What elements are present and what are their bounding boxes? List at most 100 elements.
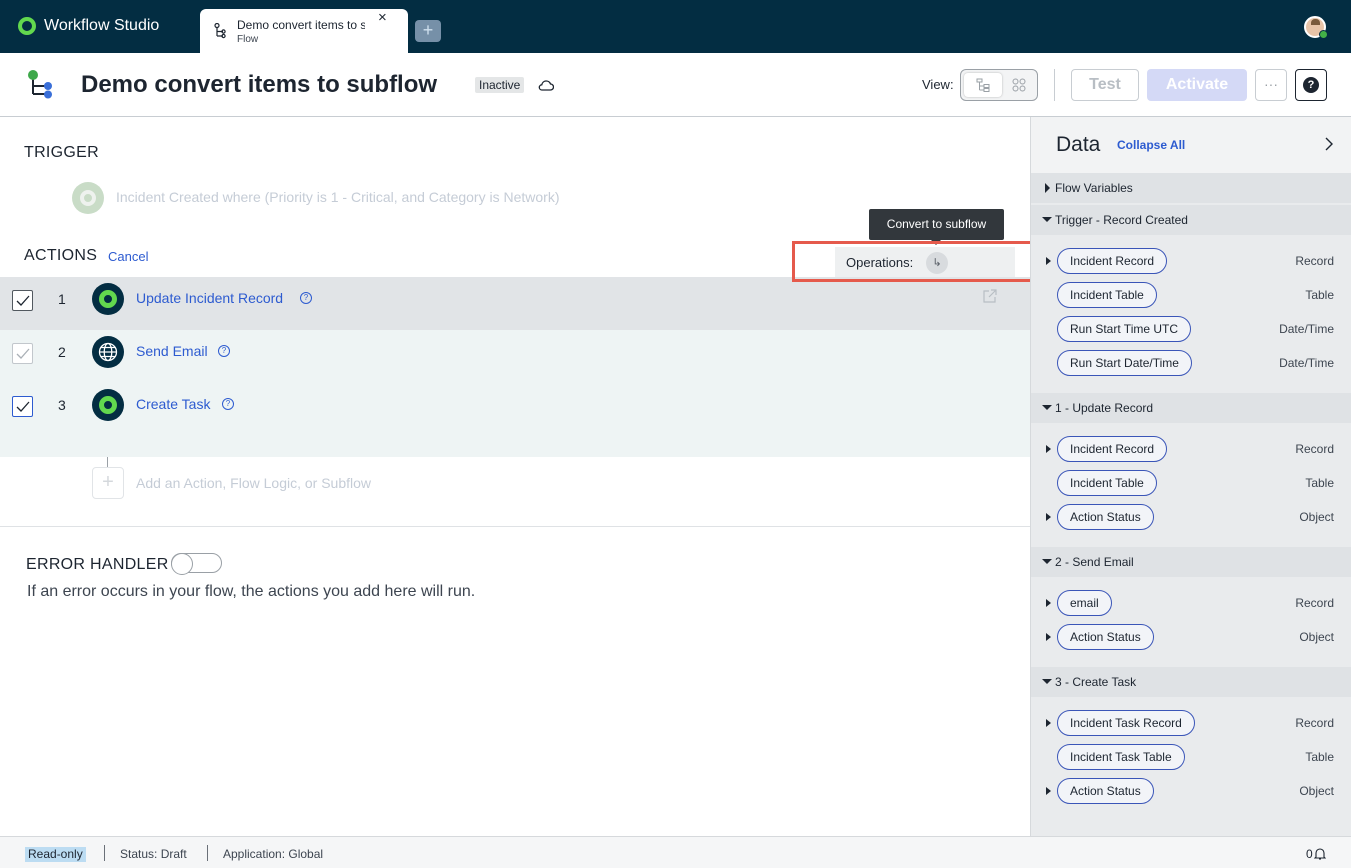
top-bar: Workflow Studio Demo convert items to su… [0,0,1351,53]
help-icon: ? [1303,77,1319,93]
action-label[interactable]: Update Incident Record [136,290,283,306]
data-group-flow-variables[interactable]: Flow Variables [1031,173,1351,203]
action-label[interactable]: Send Email [136,343,208,359]
error-handler-description: If an error occurs in your flow, the act… [27,583,476,600]
convert-subflow-icon[interactable]: ↳ [926,252,948,274]
brand[interactable]: Workflow Studio [18,17,159,35]
info-icon[interactable]: ? [218,345,230,357]
checkmark-icon [16,401,30,412]
action-checkbox-3[interactable] [12,396,33,417]
caret-right-icon[interactable] [1046,719,1051,727]
diagram-view-icon[interactable] [1012,78,1026,92]
data-pill-type: Object [1299,510,1334,524]
data-pill[interactable]: Incident Task Table [1057,744,1185,770]
data-group-send-email[interactable]: 2 - Send Email [1031,547,1351,577]
trigger-summary[interactable]: Incident Created where (Priority is 1 - … [116,189,560,205]
cancel-link[interactable]: Cancel [108,249,148,264]
tab-close-icon[interactable]: × [378,9,387,26]
header-divider [1054,69,1055,101]
page-title: Demo convert items to subflow [81,71,438,98]
caret-right-icon[interactable] [1046,599,1051,607]
data-pill[interactable]: Run Start Date/Time [1057,350,1192,376]
data-group-trigger[interactable]: Trigger - Record Created [1031,205,1351,235]
caret-right-icon [1045,183,1050,193]
brand-name: Workflow Studio [44,17,160,34]
data-group-title: Trigger - Record Created [1055,213,1188,227]
actions-list: 1 Update Incident Record ? 2 Send Email … [0,277,1030,457]
action-checkbox-1[interactable] [12,290,33,311]
data-pill[interactable]: Incident Record [1057,248,1168,274]
trigger-record-icon [72,182,104,214]
toggle-knob [171,553,193,575]
data-group-update-record[interactable]: 1 - Update Record [1031,393,1351,423]
flow-tab-icon [214,23,226,39]
data-pill[interactable]: Incident Record [1057,436,1168,462]
footer-separator [104,845,105,861]
info-icon[interactable]: ? [300,292,312,304]
brand-logo-icon [18,17,36,35]
data-pill[interactable]: Action Status [1057,504,1154,530]
data-panel-header: Data Collapse All [1031,117,1351,173]
flow-header: Demo convert items to subflow Inactive V… [0,53,1351,117]
data-pill[interactable]: Incident Task Record [1057,710,1195,736]
globe-icon [92,336,124,368]
data-group-title: 1 - Update Record [1055,401,1154,415]
data-pill-type: Table [1305,288,1334,302]
action-row-1[interactable]: 1 Update Incident Record ? [0,277,1030,330]
activate-button[interactable]: Activate [1147,69,1247,101]
add-tab-button[interactable]: + [415,20,441,42]
footer-application: Application: Global [223,847,324,861]
data-pill[interactable]: email [1057,590,1112,616]
collapse-all-link[interactable]: Collapse All [1117,138,1185,152]
action-number: 2 [58,344,66,360]
error-handler-toggle[interactable] [171,553,222,575]
read-only-badge: Read-only [25,847,86,862]
checkmark-icon [16,348,30,359]
error-handler-title: ERROR HANDLER [26,556,169,573]
caret-down-icon [1042,679,1052,684]
caret-right-icon[interactable] [1046,257,1051,265]
open-external-icon[interactable] [983,289,997,303]
data-pill[interactable]: Incident Table [1057,282,1157,308]
chevron-right-icon[interactable] [1324,137,1334,151]
notification-count: 0 [1306,847,1313,861]
help-button[interactable]: ? [1295,69,1327,101]
data-pill-type: Record [1295,596,1334,610]
bell-icon[interactable] [1314,847,1326,860]
test-button[interactable]: Test [1071,69,1139,101]
view-option-list[interactable] [964,73,1002,97]
action-checkbox-2[interactable] [12,343,33,364]
data-pill-type: Record [1295,254,1334,268]
caret-down-icon [1042,559,1052,564]
more-options-button[interactable]: ··· [1255,69,1287,101]
data-pill[interactable]: Action Status [1057,778,1154,804]
caret-right-icon[interactable] [1046,513,1051,521]
flow-icon [28,70,52,99]
checkmark-icon [16,295,30,306]
data-pill[interactable]: Action Status [1057,624,1154,650]
caret-down-icon [1042,217,1052,222]
add-action-button[interactable]: + [92,467,124,499]
action-row-2[interactable]: 2 Send Email ? [0,330,1030,383]
trigger-section-title: TRIGGER [24,144,99,161]
info-icon[interactable]: ? [222,398,234,410]
add-action-label[interactable]: Add an Action, Flow Logic, or Subflow [136,475,371,491]
tab-flow[interactable]: Demo convert items to subflow Flow [200,9,408,53]
online-status-icon [1319,30,1328,39]
actions-section-title: ACTIONS [24,247,98,264]
caret-right-icon[interactable] [1046,445,1051,453]
data-pill[interactable]: Incident Table [1057,470,1157,496]
data-pill-type: Object [1299,630,1334,644]
data-panel-title: Data [1056,133,1101,156]
footer-separator [207,845,208,861]
operations-bar: Operations: ↳ [835,247,1015,277]
caret-right-icon[interactable] [1046,633,1051,641]
record-icon [92,389,124,421]
list-view-icon [976,78,990,92]
data-pill[interactable]: Run Start Time UTC [1057,316,1192,342]
action-row-3[interactable]: 3 Create Task ? [0,383,1030,436]
data-group-create-task[interactable]: 3 - Create Task [1031,667,1351,697]
caret-right-icon[interactable] [1046,787,1051,795]
action-label[interactable]: Create Task [136,396,210,412]
footer-status: Status: Draft [120,847,187,861]
